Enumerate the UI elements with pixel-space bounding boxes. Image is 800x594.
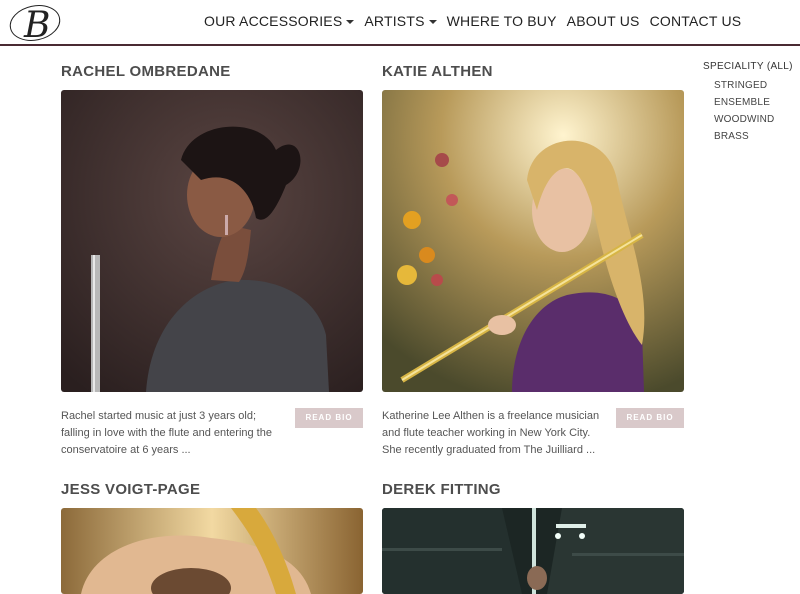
caret-down-icon [428,20,437,24]
nav-our-accessories[interactable]: OUR ACCESSORIES [204,13,355,29]
nav-contact-us[interactable]: CONTACT US [650,13,742,29]
artist-photo[interactable] [382,508,684,594]
filter-list: STRINGED ENSEMBLE WOODWIND BRASS [703,77,795,145]
filter-woodwind[interactable]: WOODWIND [714,111,795,128]
filter-title-label: SPECIALITY [703,61,764,72]
speciality-filter: SPECIALITY (ALL) STRINGED ENSEMBLE WOODWI… [703,61,795,145]
artist-card: DEREK FITTING [382,481,684,594]
filter-stringed[interactable]: STRINGED [714,77,795,94]
nav-where-to-buy[interactable]: WHERE TO BUY [447,13,557,29]
filter-ensemble[interactable]: ENSEMBLE [714,94,795,111]
filter-all[interactable]: (ALL) [767,61,793,72]
artist-card: JESS VOIGT-PAGE [61,481,363,594]
artist-photo[interactable] [61,90,363,392]
artist-name[interactable]: KATIE ALTHEN [382,63,684,80]
nav-label: ARTISTS [364,13,425,29]
artist-name[interactable]: JESS VOIGT-PAGE [61,481,363,498]
artist-photo[interactable] [382,90,684,392]
artist-bio: Katherine Lee Althen is a freelance musi… [382,410,600,456]
artist-photo[interactable] [61,508,363,594]
artist-card: KATIE ALTHEN Katherine Lee Althen is a f… [382,63,684,456]
nav-label: ABOUT US [566,13,640,29]
filter-brass[interactable]: BRASS [714,128,795,145]
nav-label: WHERE TO BUY [446,13,557,29]
artist-name[interactable]: RACHEL OMBREDANE [61,63,363,80]
nav-artists[interactable]: ARTISTS [364,13,437,29]
site-header: B OUR ACCESSORIES ARTISTS WHERE TO BUY A… [0,0,800,46]
artist-bio: Rachel started music at just 3 years old… [61,410,272,456]
brand-logo[interactable]: B [8,2,72,44]
main-nav: OUR ACCESSORIES ARTISTS WHERE TO BUY ABO… [204,13,751,29]
logo-letter: B [23,5,50,44]
filter-title: SPECIALITY (ALL) [703,61,795,72]
artist-name[interactable]: DEREK FITTING [382,481,684,498]
nav-label: OUR ACCESSORIES [204,13,343,29]
read-bio-button[interactable]: READ BIO [295,408,363,428]
artist-card: RACHEL OMBREDANE Rachel started music at… [61,63,363,456]
nav-label: CONTACT US [649,13,742,29]
caret-down-icon [346,20,355,24]
nav-about-us[interactable]: ABOUT US [567,13,640,29]
read-bio-button[interactable]: READ BIO [616,408,684,428]
